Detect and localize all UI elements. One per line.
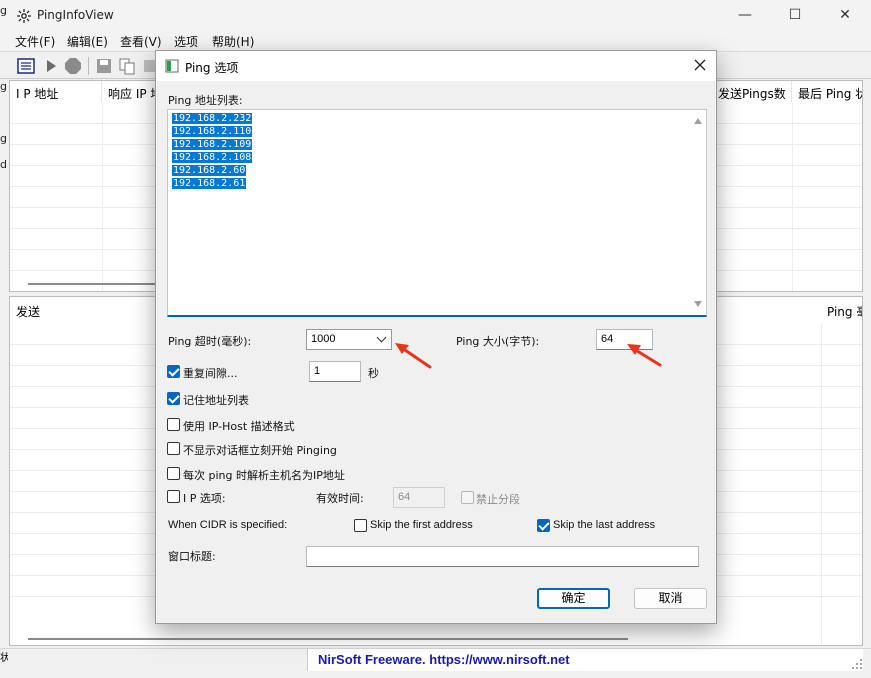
- resolve-hostname-label: 每次 ping 时解析主机名为IP地址: [183, 469, 345, 482]
- column-response-ip[interactable]: 响应 IP 地: [102, 81, 162, 102]
- start-immediately-checkbox[interactable]: [167, 442, 180, 455]
- ttl-label: 有效时间:: [316, 492, 364, 505]
- app-title: PingInfoView: [37, 8, 114, 22]
- status-bar: 状 NirSoft Freeware. https://www.nirsoft.…: [0, 648, 871, 678]
- repeat-label: 重复间隙...: [183, 367, 238, 380]
- clipped-text: g: [0, 132, 7, 145]
- seconds-unit-label: 秒: [368, 367, 379, 380]
- nirsoft-link[interactable]: NirSoft Freeware. https://www.nirsoft.ne…: [307, 649, 863, 671]
- app-icon: [17, 9, 31, 23]
- window-title-label: 窗口标题:: [168, 550, 216, 563]
- play-icon[interactable]: [42, 57, 60, 75]
- address-line: 192.168.2.61: [172, 178, 247, 189]
- horizontal-scrollbar[interactable]: [28, 638, 628, 640]
- clipped-text: d: [0, 158, 7, 171]
- dialog-title-bar: Ping 选项: [156, 51, 716, 81]
- address-line: 192.168.2.60: [172, 165, 247, 176]
- close-window-button[interactable]: ✕: [822, 4, 868, 28]
- dont-fragment-checkbox[interactable]: [461, 491, 474, 504]
- cidr-label: When CIDR is specified:: [168, 519, 288, 531]
- skip-first-label: Skip the first address: [370, 519, 473, 531]
- dialog-title: Ping 选项: [185, 61, 239, 75]
- minimize-button[interactable]: —: [722, 4, 768, 28]
- ip-options-checkbox[interactable]: [167, 490, 180, 503]
- ip-host-format-checkbox[interactable]: [167, 418, 180, 431]
- skip-last-label: Skip the last address: [553, 519, 656, 531]
- cancel-button[interactable]: 取消: [634, 588, 707, 609]
- clipped-text: g: [0, 4, 7, 17]
- address-list: 192.168.2.232 192.168.2.110 192.168.2.10…: [172, 112, 253, 190]
- ping-options-dialog: Ping 选项 Ping 地址列表: 192.168.2.232 192.168…: [155, 50, 717, 624]
- address-line: 192.168.2.109: [172, 139, 253, 150]
- maximize-button[interactable]: ☐: [772, 4, 818, 28]
- menu-file[interactable]: 文件(F): [15, 33, 55, 50]
- timeout-label: Ping 超时(毫秒):: [168, 335, 252, 348]
- ip-options-label: I P 选项:: [183, 492, 226, 505]
- address-list-textarea[interactable]: 192.168.2.232 192.168.2.110 192.168.2.10…: [167, 109, 707, 317]
- remember-list-label: 记住地址列表: [183, 394, 249, 407]
- scroll-down-icon[interactable]: [694, 301, 702, 307]
- start-immediately-label: 不显示对话框立刻开始 Pinging: [183, 444, 337, 457]
- dont-fragment-label: 禁止分段: [476, 493, 520, 506]
- copy-icon[interactable]: [118, 57, 136, 75]
- save-icon[interactable]: [95, 57, 113, 75]
- address-list-label: Ping 地址列表:: [168, 94, 243, 107]
- annotation-arrow-icon: [395, 343, 432, 369]
- column-send[interactable]: 发送: [10, 297, 160, 323]
- ip-host-format-label: 使用 IP-Host 描述格式: [183, 420, 295, 433]
- column-sent-pings[interactable]: 发送Pings数: [712, 81, 792, 102]
- resolve-hostname-checkbox[interactable]: [167, 467, 180, 480]
- timeout-value: 1000: [311, 333, 336, 345]
- address-line: 192.168.2.108: [172, 152, 253, 163]
- close-icon[interactable]: [692, 57, 708, 73]
- vertical-scrollbar[interactable]: [691, 110, 706, 315]
- window-title-input[interactable]: [306, 546, 699, 567]
- resize-grip-icon[interactable]: [851, 658, 863, 670]
- menu-edit[interactable]: 编辑(E): [67, 33, 108, 50]
- timeout-combobox[interactable]: 1000: [306, 329, 392, 350]
- ok-button[interactable]: 确定: [537, 588, 610, 609]
- scroll-up-icon[interactable]: [694, 118, 702, 124]
- repeat-interval-input[interactable]: 1: [309, 361, 361, 382]
- toolbar-separator: [88, 57, 89, 75]
- menu-view[interactable]: 查看(V): [120, 33, 162, 50]
- column-ip-address[interactable]: I P 地址: [10, 81, 102, 102]
- chevron-down-icon: [376, 332, 387, 343]
- size-label: Ping 大小(字节):: [456, 335, 540, 348]
- status-text: 状: [0, 653, 8, 664]
- options-icon[interactable]: [17, 57, 35, 75]
- clipped-text: g: [0, 80, 7, 93]
- menu-help[interactable]: 帮助(H): [212, 33, 254, 50]
- menu-options[interactable]: 选项: [174, 33, 198, 50]
- column-ping-ms[interactable]: Ping 毫。: [821, 297, 862, 323]
- title-bar: PingInfoView — ☐ ✕: [0, 0, 871, 31]
- skip-last-checkbox[interactable]: [537, 519, 550, 532]
- repeat-checkbox[interactable]: [167, 365, 180, 378]
- annotation-arrow-icon: [627, 344, 662, 367]
- address-line: 192.168.2.110: [172, 126, 253, 137]
- menu-bar: 文件(F) 编辑(E) 查看(V) 选项 帮助(H): [0, 31, 871, 51]
- stop-icon[interactable]: [64, 57, 82, 75]
- ttl-input[interactable]: 64: [393, 487, 445, 508]
- address-line: 192.168.2.232: [172, 113, 253, 124]
- skip-first-checkbox[interactable]: [354, 519, 367, 532]
- horizontal-scrollbar[interactable]: [28, 283, 158, 285]
- remember-list-checkbox[interactable]: [167, 392, 180, 405]
- column-last-ping-status[interactable]: 最后 Ping 状: [792, 81, 862, 102]
- dialog-icon: [165, 59, 179, 73]
